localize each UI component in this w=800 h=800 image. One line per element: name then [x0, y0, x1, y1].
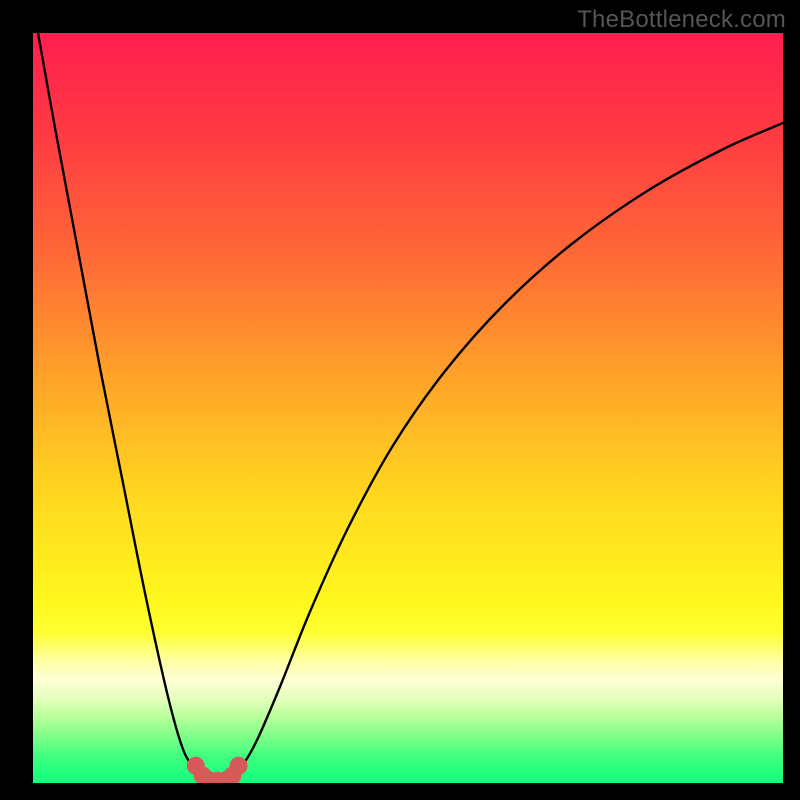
plot-area — [33, 33, 783, 783]
curve-left — [38, 33, 202, 771]
curve-right — [233, 123, 784, 771]
valley-dot — [230, 757, 248, 775]
chart-stage: TheBottleneck.com — [0, 0, 800, 800]
watermark-text: TheBottleneck.com — [577, 6, 786, 34]
curve-layer — [33, 33, 783, 783]
valley-dots — [187, 757, 248, 783]
